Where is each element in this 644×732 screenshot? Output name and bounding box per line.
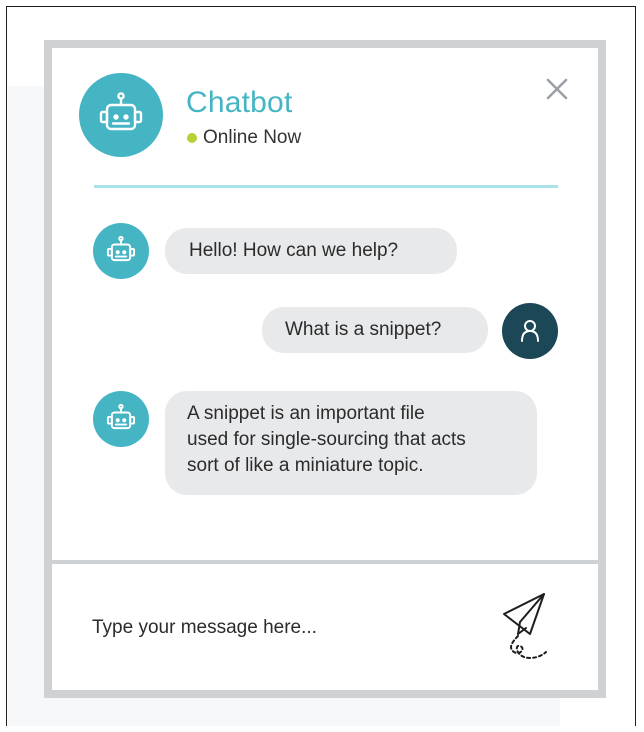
composer	[52, 560, 598, 690]
user-icon	[521, 320, 539, 342]
paper-plane-icon	[503, 593, 547, 659]
message-text: What is a snippet?	[285, 319, 442, 340]
message-line: sort of like a miniature topic.	[187, 455, 424, 476]
bot-avatar	[93, 223, 149, 279]
message-line: A snippet is an important file	[187, 403, 425, 424]
message-line: used for single-sourcing that acts	[187, 429, 466, 450]
chat-widget: Chatbot Online Now Hello! How can we hel…	[44, 40, 606, 698]
message-text: Hello! How can we help?	[189, 240, 399, 261]
send-button[interactable]	[500, 590, 556, 668]
bot-message-bubble: Hello! How can we help?	[165, 228, 457, 274]
message-input[interactable]	[92, 612, 472, 644]
bot-avatar	[93, 391, 149, 447]
user-message-bubble: What is a snippet?	[262, 307, 488, 353]
user-avatar	[502, 303, 558, 359]
robot-icon	[106, 403, 136, 430]
robot-icon	[106, 235, 136, 262]
bot-message-bubble: A snippet is an important file used for …	[165, 391, 537, 495]
